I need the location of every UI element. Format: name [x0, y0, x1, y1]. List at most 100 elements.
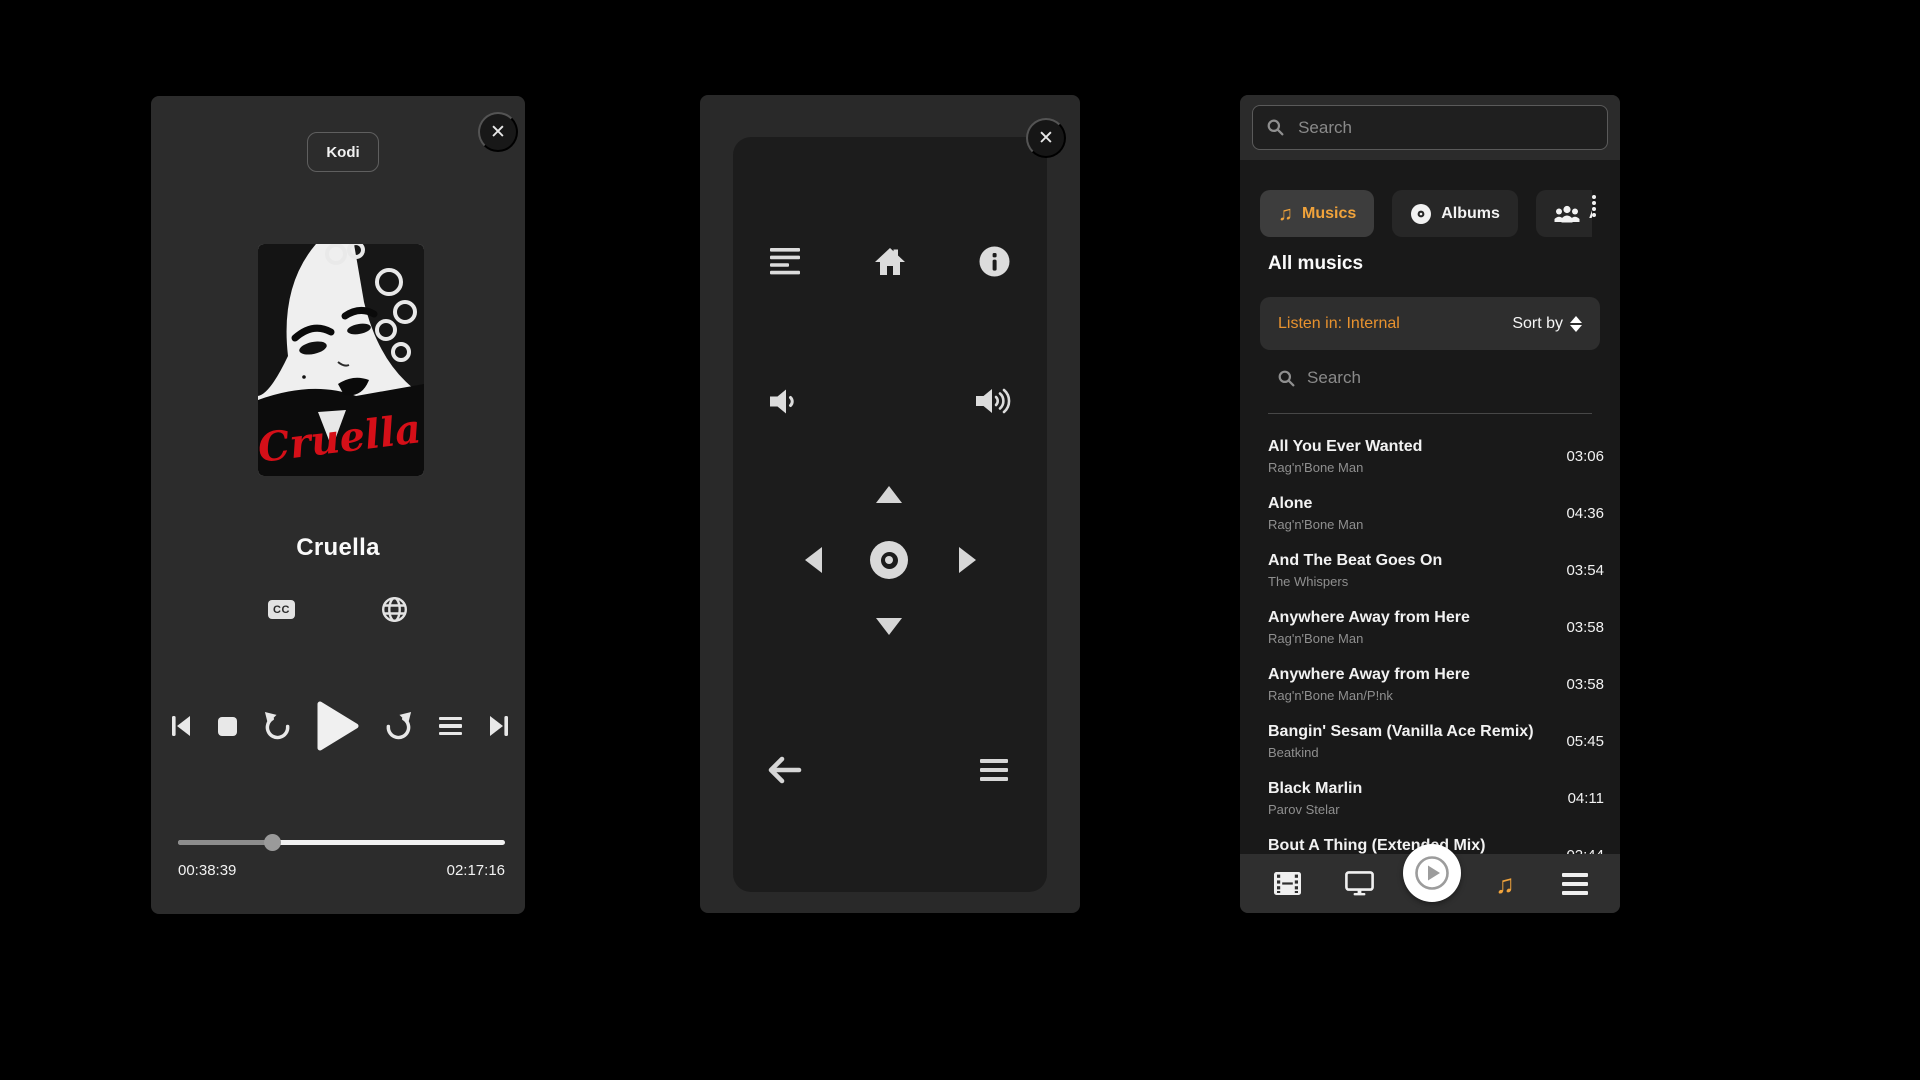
volume-down-button[interactable] — [761, 377, 809, 425]
song-title: Anywhere Away from Here — [1268, 666, 1540, 684]
song-row[interactable]: All You Ever Wanted Rag'n'Bone Man 03:06 — [1240, 435, 1620, 492]
tab-artists[interactable]: Ar — [1536, 190, 1592, 237]
nav-tvshows-button[interactable] — [1331, 854, 1387, 913]
queue-button[interactable] — [761, 237, 809, 285]
song-artist: Rag'n'Bone Man/P!nk — [1268, 688, 1393, 703]
hamburger-menu-icon — [1562, 873, 1588, 895]
arrow-right-icon — [959, 547, 976, 573]
list-search-input[interactable] — [1305, 367, 1578, 389]
dpad-right-button[interactable] — [943, 536, 991, 584]
music-note-icon: ♫ — [1278, 204, 1293, 224]
playlist-menu-button[interactable] — [439, 717, 462, 736]
song-title: Bout A Thing (Extended Mix) — [1268, 837, 1540, 855]
arrow-down-icon — [876, 618, 902, 635]
song-duration: 03:54 — [1566, 562, 1604, 579]
play-button[interactable] — [317, 701, 359, 751]
nav-music-button[interactable]: ♫ — [1477, 854, 1533, 913]
nav-more-button[interactable] — [1547, 854, 1603, 913]
cruella-poster-art: Cruella — [258, 244, 424, 476]
song-duration: 05:45 — [1566, 733, 1604, 750]
nav-movies-button[interactable] — [1259, 854, 1315, 913]
song-title: And The Beat Goes On — [1268, 552, 1540, 570]
song-duration: 03:06 — [1566, 448, 1604, 465]
sort-arrows-icon — [1570, 316, 1582, 332]
search-icon — [1278, 369, 1295, 388]
dpad-select-button[interactable] — [865, 536, 913, 584]
tab-musics[interactable]: ♫ Musics — [1260, 190, 1374, 237]
rewind-button[interactable] — [263, 712, 292, 741]
list-search-box[interactable] — [1278, 367, 1578, 389]
close-icon: ✕ — [490, 121, 506, 144]
volume-up-icon — [976, 386, 1012, 416]
seek-bar-fill — [178, 840, 273, 845]
close-remote-button[interactable]: ✕ — [1026, 118, 1066, 158]
global-search-box[interactable] — [1252, 105, 1608, 150]
media-title: Cruella — [151, 534, 525, 562]
monitor-icon — [1345, 871, 1374, 896]
section-title: All musics — [1268, 253, 1363, 275]
song-artist: The Whispers — [1268, 574, 1348, 589]
song-artist: Beatkind — [1268, 745, 1319, 760]
context-menu-button[interactable] — [970, 746, 1018, 794]
dpad-up-button[interactable] — [865, 470, 913, 518]
play-icon — [317, 701, 359, 751]
stop-icon — [218, 717, 237, 736]
song-title: Anywhere Away from Here — [1268, 609, 1540, 627]
device-chip-label: Kodi — [326, 144, 359, 161]
back-arrow-icon — [768, 756, 802, 784]
song-duration: 03:58 — [1566, 676, 1604, 693]
back-button[interactable] — [761, 746, 809, 794]
audio-language-button[interactable] — [381, 596, 408, 623]
music-note-icon: ♫ — [1495, 871, 1515, 897]
divider — [1268, 413, 1592, 414]
song-artist: Parov Stelar — [1268, 802, 1340, 817]
album-disc-icon — [1410, 203, 1432, 225]
home-button[interactable] — [866, 237, 914, 285]
sort-by-selector[interactable]: Sort by — [1512, 315, 1582, 333]
volume-down-icon — [770, 388, 800, 415]
close-player-button[interactable]: ✕ — [478, 112, 518, 152]
closed-captions-icon: CC — [268, 600, 295, 619]
dpad-down-button[interactable] — [865, 602, 913, 650]
globe-icon — [381, 596, 408, 623]
elapsed-time: 00:38:39 — [178, 862, 236, 879]
remote-pad — [733, 137, 1047, 892]
song-title: Bangin' Sesam (Vanilla Ace Remix) — [1268, 723, 1540, 741]
more-options-icon[interactable] — [1592, 195, 1596, 217]
listen-in-selector[interactable]: Listen in: Internal — [1278, 315, 1400, 333]
time-row: 00:38:39 02:17:16 — [178, 862, 505, 879]
song-row[interactable]: And The Beat Goes On The Whispers 03:54 — [1240, 549, 1620, 606]
rewind-icon — [263, 712, 292, 741]
stop-button[interactable] — [218, 717, 237, 736]
dpad-left-button[interactable] — [789, 536, 837, 584]
info-button[interactable] — [970, 237, 1018, 285]
arrow-up-icon — [876, 486, 902, 503]
subtitles-button[interactable]: CC — [268, 600, 295, 619]
song-row[interactable]: Black Marlin Parov Stelar 04:11 — [1240, 777, 1620, 834]
fast-forward-button[interactable] — [384, 712, 413, 741]
skip-previous-button[interactable] — [169, 714, 193, 738]
seek-bar-thumb[interactable] — [264, 834, 281, 851]
play-circle-icon — [1413, 854, 1451, 892]
song-list: All You Ever Wanted Rag'n'Bone Man 03:06… — [1240, 435, 1620, 891]
global-search-input[interactable] — [1296, 117, 1593, 139]
playlist-menu-icon — [439, 717, 462, 736]
song-artist: Rag'n'Bone Man — [1268, 517, 1363, 532]
skip-next-button[interactable] — [487, 714, 511, 738]
device-chip[interactable]: Kodi — [307, 132, 379, 172]
tab-albums[interactable]: Albums — [1392, 190, 1518, 237]
volume-up-button[interactable] — [970, 377, 1018, 425]
sort-by-label: Sort by — [1512, 315, 1563, 333]
now-playing-fab[interactable] — [1403, 844, 1461, 902]
listen-sort-bar: Listen in: Internal Sort by — [1260, 297, 1600, 350]
skip-previous-icon — [169, 714, 193, 738]
song-row[interactable]: Anywhere Away from Here Rag'n'Bone Man/P… — [1240, 663, 1620, 720]
song-row[interactable]: Bangin' Sesam (Vanilla Ace Remix) Beatki… — [1240, 720, 1620, 777]
menu-icon — [980, 759, 1008, 781]
song-artist: Rag'n'Bone Man — [1268, 460, 1363, 475]
song-row[interactable]: Anywhere Away from Here Rag'n'Bone Man 0… — [1240, 606, 1620, 663]
home-icon — [873, 246, 907, 277]
film-icon — [1274, 872, 1301, 895]
seek-bar[interactable] — [178, 840, 505, 845]
song-row[interactable]: Alone Rag'n'Bone Man 04:36 — [1240, 492, 1620, 549]
